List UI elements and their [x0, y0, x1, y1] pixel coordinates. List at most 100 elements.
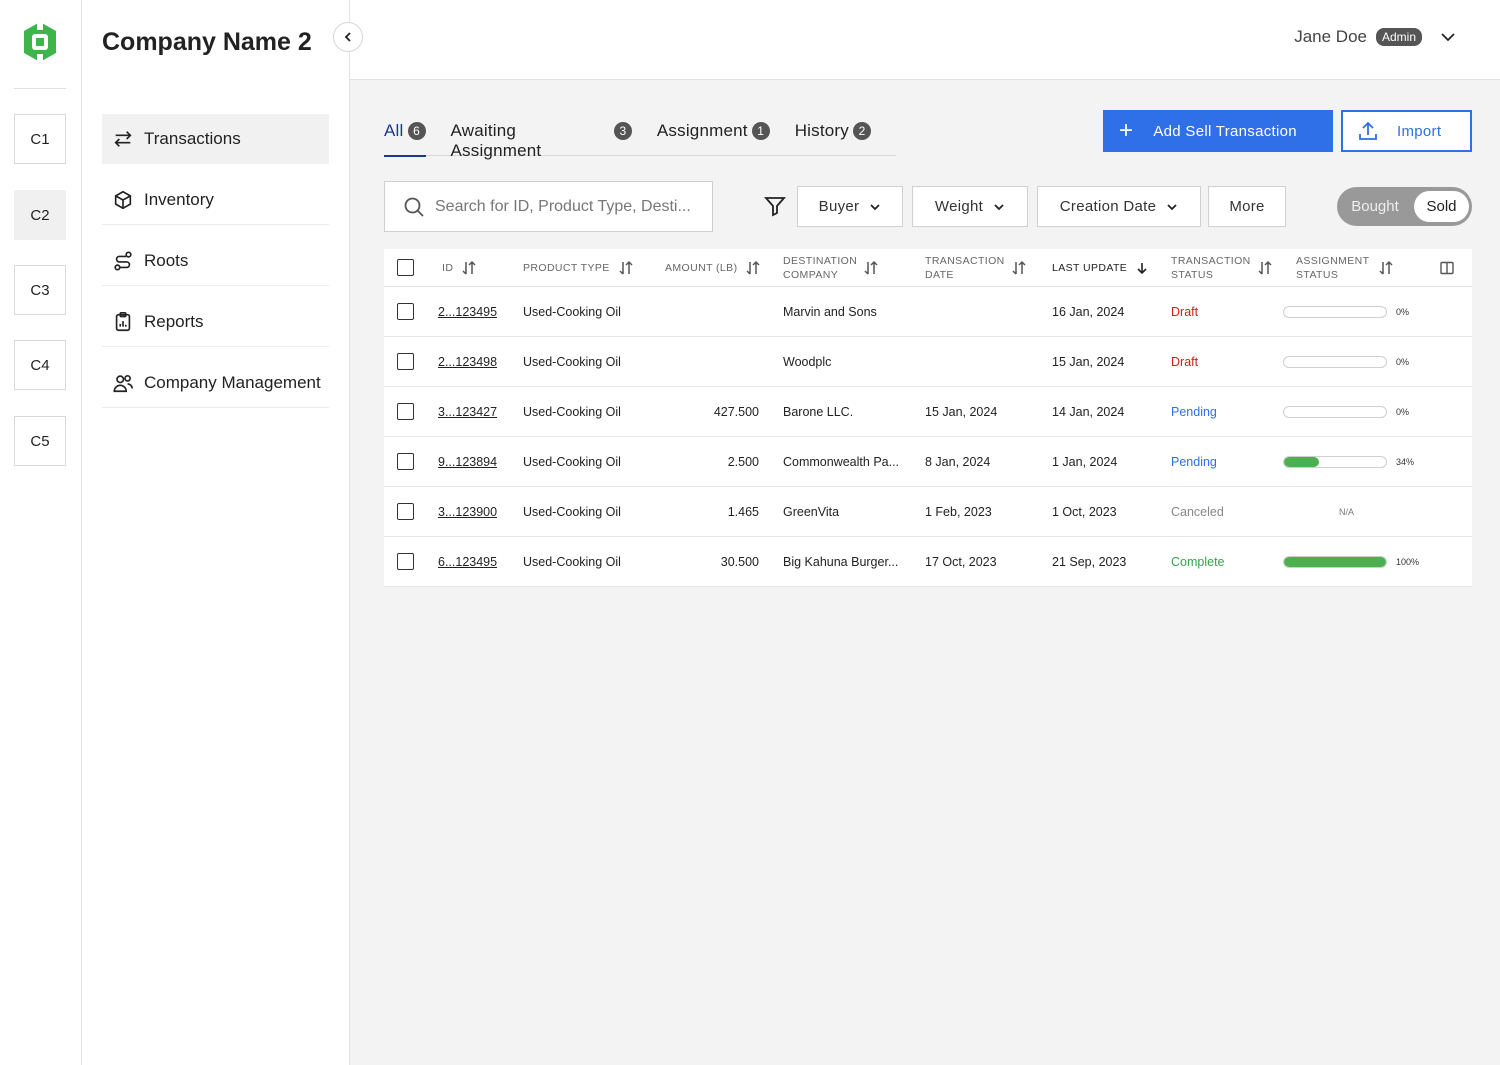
filter-icon[interactable]: [764, 195, 786, 217]
sidebar-item-label: Reports: [144, 311, 204, 331]
destination-company-cell: Woodplc: [783, 355, 832, 369]
transaction-id-link[interactable]: 3...123427: [438, 405, 497, 419]
product-type-cell: Used-Cooking Oil: [523, 505, 621, 519]
column-header-destination-company[interactable]: DESTINATION COMPANY: [783, 249, 883, 287]
column-header-transaction-date[interactable]: TRANSACTION DATE: [925, 249, 1035, 287]
table-row[interactable]: 9...123894 Used-Cooking Oil 2.500 Commonwea…: [384, 437, 1472, 487]
column-header-last-update[interactable]: LAST UPDATE: [1052, 249, 1149, 287]
column-header-assignment-status[interactable]: ASSIGNMENT STATUS: [1296, 249, 1401, 287]
company-rail: C1 C2 C3 C4 C5: [0, 0, 82, 1065]
row-checkbox[interactable]: [397, 353, 414, 370]
transaction-date-cell: 8 Jan, 2024: [925, 455, 991, 469]
id-cell: 3...123900: [438, 487, 497, 537]
transaction-id-link[interactable]: 3...123900: [438, 505, 497, 519]
column-header-transaction-status[interactable]: TRANSACTION STATUS: [1171, 249, 1281, 287]
row-checkbox[interactable]: [397, 403, 414, 420]
assignment-percent: 0%: [1396, 407, 1410, 417]
search-input[interactable]: [435, 197, 695, 216]
last-update-cell: 1 Oct, 2023: [1052, 505, 1117, 519]
table-row[interactable]: 2...123495 Used-Cooking Oil Marvin and Son…: [384, 287, 1472, 337]
table-row[interactable]: 6...123495 Used-Cooking Oil 30.500 Big Kahu…: [384, 537, 1472, 587]
add-button-label: Add Sell Transaction: [1153, 122, 1297, 140]
sidebar-nav: Transactions Inventory Roots Reports Com…: [102, 114, 329, 419]
product-type-cell: Used-Cooking Oil: [523, 555, 621, 569]
select-all-checkbox[interactable]: [397, 259, 414, 276]
add-sell-transaction-button[interactable]: + Add Sell Transaction: [1103, 110, 1333, 152]
assignment-progress-bar: [1283, 306, 1387, 318]
transaction-id-link[interactable]: 6...123495: [438, 555, 497, 569]
column-header-label: TRANSACTION DATE: [925, 255, 1005, 281]
assignment-percent: 100%: [1396, 557, 1420, 567]
tab-assignment[interactable]: Assignment 1: [657, 116, 770, 156]
assignment-status-cell: N/A: [1283, 487, 1463, 537]
chevron-down-icon: [870, 203, 880, 210]
transaction-tabs: All 6 Awaiting Assignment 3 Assignment 1 Hi…: [384, 116, 896, 160]
sidebar-item-roots[interactable]: Roots: [102, 236, 329, 286]
tab-all[interactable]: All 6: [384, 116, 426, 157]
toggle-bought[interactable]: Bought: [1340, 198, 1410, 215]
sidebar: Company Name 2 Transactions Inventory Ro…: [82, 0, 350, 1065]
user-menu[interactable]: Jane Doe Admin: [1294, 27, 1456, 47]
creation-date-filter-dropdown[interactable]: Creation Date: [1037, 186, 1201, 227]
sort-icon: [1379, 260, 1393, 275]
transaction-id-link[interactable]: 9...123894: [438, 455, 497, 469]
columns-icon[interactable]: [1440, 261, 1454, 275]
column-header-label: ASSIGNMENT STATUS: [1296, 255, 1370, 281]
id-cell: 6...123495: [438, 537, 497, 587]
company-switch-c5[interactable]: C5: [14, 416, 66, 466]
amount-cell: [654, 287, 759, 337]
app-logo-icon[interactable]: [18, 20, 62, 64]
buyer-filter-dropdown[interactable]: Buyer: [797, 186, 903, 227]
assignment-status-cell: 0%: [1283, 287, 1463, 337]
table-row[interactable]: 3...123900 Used-Cooking Oil 1.465 GreenVita…: [384, 487, 1472, 537]
destination-company-cell: Barone LLC.: [783, 405, 854, 419]
bought-sold-toggle[interactable]: Bought Sold: [1337, 187, 1472, 226]
sort-icon: [864, 260, 878, 275]
row-checkbox[interactable]: [397, 503, 414, 520]
route-icon: [114, 250, 132, 271]
company-switch-c1[interactable]: C1: [14, 114, 66, 164]
company-switch-c3[interactable]: C3: [14, 265, 66, 315]
assignment-status-cell: 34%: [1283, 437, 1463, 487]
sort-icon: [1258, 260, 1272, 275]
company-switch-c2[interactable]: C2: [14, 190, 66, 240]
assignment-percent: 0%: [1396, 307, 1410, 317]
row-checkbox[interactable]: [397, 553, 414, 570]
tab-awaiting-assignment[interactable]: Awaiting Assignment 3: [451, 116, 632, 160]
company-switch-c4[interactable]: C4: [14, 340, 66, 390]
sidebar-item-inventory[interactable]: Inventory: [102, 175, 329, 225]
transaction-status-cell: Draft: [1171, 305, 1199, 319]
amount-cell: 2.500: [727, 455, 759, 469]
table-row[interactable]: 2...123498 Used-Cooking Oil Woodplc 15 Jan,…: [384, 337, 1472, 387]
row-checkbox[interactable]: [397, 303, 414, 320]
import-button[interactable]: Import: [1341, 110, 1472, 152]
assignment-progress-bar: [1283, 356, 1387, 368]
role-badge: Admin: [1375, 28, 1422, 46]
toggle-sold[interactable]: Sold: [1414, 191, 1469, 222]
column-header-product-type[interactable]: PRODUCT TYPE: [523, 249, 634, 287]
column-header-id[interactable]: ID: [442, 249, 477, 287]
destination-company-cell: GreenVita: [783, 505, 840, 519]
chevron-down-icon: [1441, 33, 1455, 42]
sort-icon: [746, 260, 760, 275]
transaction-status-cell: Pending: [1171, 455, 1217, 469]
assignment-status-cell: 0%: [1283, 337, 1463, 387]
tab-history[interactable]: History 2: [795, 116, 871, 156]
collapse-sidebar-button[interactable]: [333, 22, 363, 52]
sidebar-item-transactions[interactable]: Transactions: [102, 114, 329, 164]
table-body: 2...123495 Used-Cooking Oil Marvin and Son…: [384, 287, 1472, 587]
column-header-amount[interactable]: AMOUNT (LB): [665, 249, 761, 287]
last-update-cell: 16 Jan, 2024: [1052, 305, 1125, 319]
more-filters-button[interactable]: More: [1208, 186, 1286, 227]
table-row[interactable]: 3...123427 Used-Cooking Oil 427.500 Barone …: [384, 387, 1472, 437]
plus-icon: +: [1119, 117, 1134, 144]
row-checkbox[interactable]: [397, 453, 414, 470]
column-header-label: DESTINATION COMPANY: [783, 255, 858, 281]
sort-descending-icon: [1137, 263, 1147, 275]
weight-filter-dropdown[interactable]: Weight: [912, 186, 1028, 227]
last-update-cell: 1 Jan, 2024: [1052, 455, 1118, 469]
transaction-id-link[interactable]: 2...123495: [438, 305, 497, 319]
sidebar-item-company-management[interactable]: Company Management: [102, 358, 329, 408]
transaction-id-link[interactable]: 2...123498: [438, 355, 497, 369]
sidebar-item-reports[interactable]: Reports: [102, 297, 329, 347]
